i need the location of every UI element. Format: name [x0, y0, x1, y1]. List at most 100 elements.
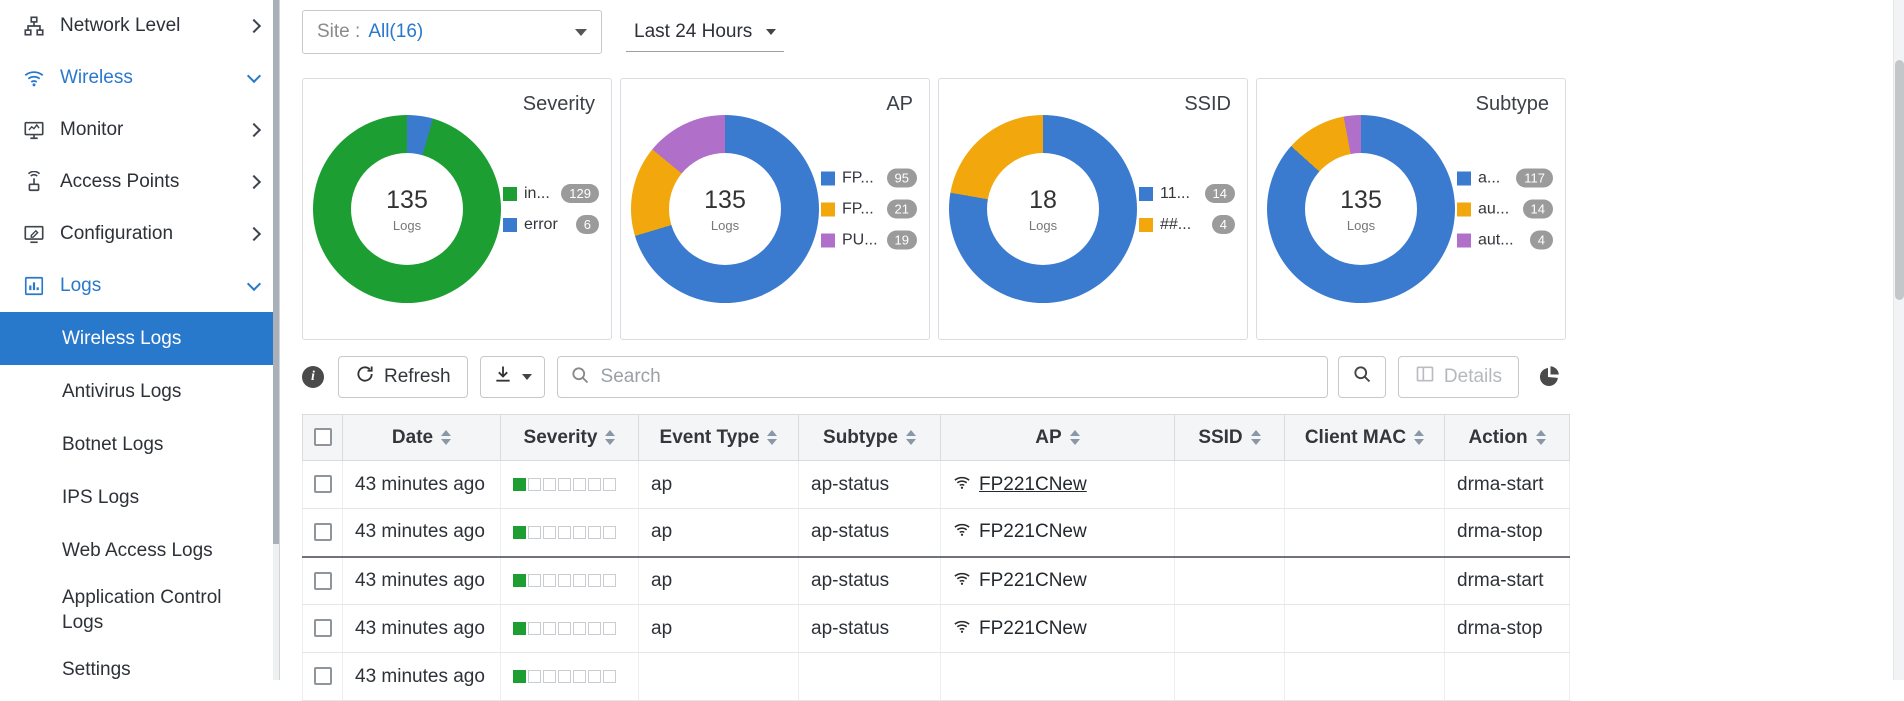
- ap-link[interactable]: FP221CNew: [953, 569, 1162, 593]
- ap-name: FP221CNew: [979, 617, 1087, 639]
- sidebar-item-settings[interactable]: Settings: [0, 643, 279, 680]
- sidebar-subitem-label: Botnet Logs: [62, 433, 164, 455]
- ap-link[interactable]: FP221CNew: [953, 473, 1162, 497]
- download-icon: [493, 364, 513, 390]
- sidebar-subitem-label: Settings: [62, 659, 131, 680]
- sidebar-item-label: Monitor: [60, 119, 124, 140]
- legend-item[interactable]: au... 14: [1457, 199, 1553, 219]
- ssid-cell: [1174, 556, 1285, 605]
- sidebar-item-application-control-logs[interactable]: Application Control Logs: [0, 577, 279, 643]
- refresh-button[interactable]: Refresh: [338, 356, 468, 398]
- legend-count-badge: 95: [886, 168, 917, 188]
- severity-cell: [500, 460, 639, 509]
- chart-legend: FP... 95 FP... 21 PU... 19: [821, 168, 917, 250]
- severity-cell: [500, 652, 639, 701]
- sidebar-item-ips-logs[interactable]: IPS Logs: [0, 471, 279, 524]
- chart-legend: a... 117 au... 14 aut... 4: [1457, 168, 1553, 250]
- legend-label: aut...: [1478, 231, 1514, 248]
- donut-center: 135 Logs: [1305, 153, 1417, 265]
- legend-item[interactable]: 11... 14: [1139, 184, 1235, 203]
- monitor-icon: [22, 118, 46, 142]
- select-all-checkbox[interactable]: [313, 428, 332, 447]
- page-scrollbar-thumb[interactable]: [1895, 60, 1904, 300]
- chart-title: AP: [886, 93, 913, 115]
- donut-total-value: 135: [1340, 185, 1382, 214]
- table-row: 43 minutes ago ap ap-status FP221CNew dr…: [302, 556, 1570, 605]
- chart-legend: in... 129 error 6: [503, 184, 599, 234]
- column-header-label: Event Type: [659, 426, 760, 448]
- legend-item[interactable]: aut... 4: [1457, 230, 1553, 250]
- severity-level-bar: [513, 670, 626, 683]
- event-type-cell: ap: [638, 460, 799, 509]
- legend-item[interactable]: PU... 19: [821, 230, 917, 250]
- sidebar-item-wireless-logs[interactable]: Wireless Logs: [0, 312, 279, 365]
- severity-cell: [500, 604, 639, 653]
- legend-label: ##...: [1160, 215, 1192, 233]
- access-point-icon: [22, 170, 46, 194]
- column-header-severity[interactable]: Severity: [500, 414, 639, 461]
- column-header-ap[interactable]: AP: [940, 414, 1175, 461]
- chart-panel-toggle-button[interactable]: [1529, 356, 1569, 398]
- column-header-date[interactable]: Date: [342, 414, 501, 461]
- sidebar-item-access-points[interactable]: Access Points: [0, 156, 279, 208]
- search-input[interactable]: [598, 365, 1315, 389]
- ap-link[interactable]: FP221CNew: [953, 520, 1162, 544]
- page-scrollbar[interactable]: [1893, 0, 1904, 680]
- row-select-cell: [302, 652, 343, 701]
- sort-icon: [1069, 430, 1080, 445]
- row-checkbox[interactable]: [313, 475, 332, 494]
- sidebar-item-wireless[interactable]: Wireless: [0, 52, 279, 104]
- donut-chart: 135 Logs: [631, 115, 819, 303]
- sidebar-item-botnet-logs[interactable]: Botnet Logs: [0, 418, 279, 471]
- chart-title: SSID: [1184, 93, 1231, 115]
- client-mac-cell: [1284, 556, 1445, 605]
- ssid-cell: [1174, 508, 1285, 558]
- sidebar-item-antivirus-logs[interactable]: Antivirus Logs: [0, 365, 279, 418]
- legend-item[interactable]: ##... 4: [1139, 215, 1235, 234]
- search-submit-button[interactable]: [1337, 356, 1386, 398]
- legend-item[interactable]: FP... 21: [821, 199, 917, 219]
- time-range-dropdown[interactable]: Last 24 Hours: [626, 12, 785, 52]
- column-header-event-type[interactable]: Event Type: [638, 414, 799, 461]
- row-checkbox[interactable]: [313, 619, 332, 638]
- site-filter-dropdown[interactable]: Site : All(16): [302, 10, 602, 54]
- column-header-client-mac[interactable]: Client MAC: [1284, 414, 1445, 461]
- wifi-icon: [953, 520, 971, 544]
- legend-item[interactable]: a... 117: [1457, 168, 1553, 188]
- legend-item[interactable]: error 6: [503, 215, 599, 234]
- sidebar-scrollbar-thumb[interactable]: [273, 0, 279, 544]
- sidebar: Network Level Wireless Monitor Access Po…: [0, 0, 280, 680]
- sidebar-item-network-level[interactable]: Network Level: [0, 0, 279, 52]
- ssid-cell: [1174, 652, 1285, 701]
- column-header-subtype[interactable]: Subtype: [798, 414, 941, 461]
- row-checkbox[interactable]: [313, 667, 332, 686]
- sidebar-item-configuration[interactable]: Configuration: [0, 208, 279, 260]
- legend-item[interactable]: in... 129: [503, 184, 599, 203]
- sidebar-item-label: Logs: [60, 275, 102, 296]
- subtype-cell: ap-status: [798, 508, 941, 558]
- column-header-ssid[interactable]: SSID: [1174, 414, 1285, 461]
- sidebar-item-logs[interactable]: Logs: [0, 260, 279, 312]
- row-checkbox[interactable]: [313, 571, 332, 590]
- info-icon[interactable]: i: [302, 366, 324, 388]
- legend-item[interactable]: FP... 95: [821, 168, 917, 188]
- row-select-cell: [302, 604, 343, 653]
- ap-link[interactable]: FP221CNew: [953, 617, 1162, 641]
- sort-icon: [1535, 430, 1546, 445]
- sidebar-item-web-access-logs[interactable]: Web Access Logs: [0, 524, 279, 577]
- column-header-label: Action: [1468, 426, 1528, 448]
- client-mac-cell: [1284, 508, 1445, 558]
- ap-name: FP221CNew: [979, 569, 1087, 591]
- sidebar-item-monitor[interactable]: Monitor: [0, 104, 279, 156]
- sort-icon: [905, 430, 916, 445]
- donut-total-label: Logs: [710, 217, 740, 233]
- dropdown-caret-icon: [575, 28, 587, 36]
- sidebar-scrollbar[interactable]: [273, 0, 279, 680]
- export-button[interactable]: [479, 356, 545, 398]
- row-checkbox[interactable]: [313, 523, 332, 542]
- column-header-action[interactable]: Action: [1444, 414, 1570, 461]
- chart-title: Severity: [522, 93, 595, 115]
- donut-chart: 135 Logs: [1267, 115, 1455, 303]
- column-header-label: Severity: [523, 426, 598, 448]
- details-button[interactable]: Details: [1397, 356, 1519, 398]
